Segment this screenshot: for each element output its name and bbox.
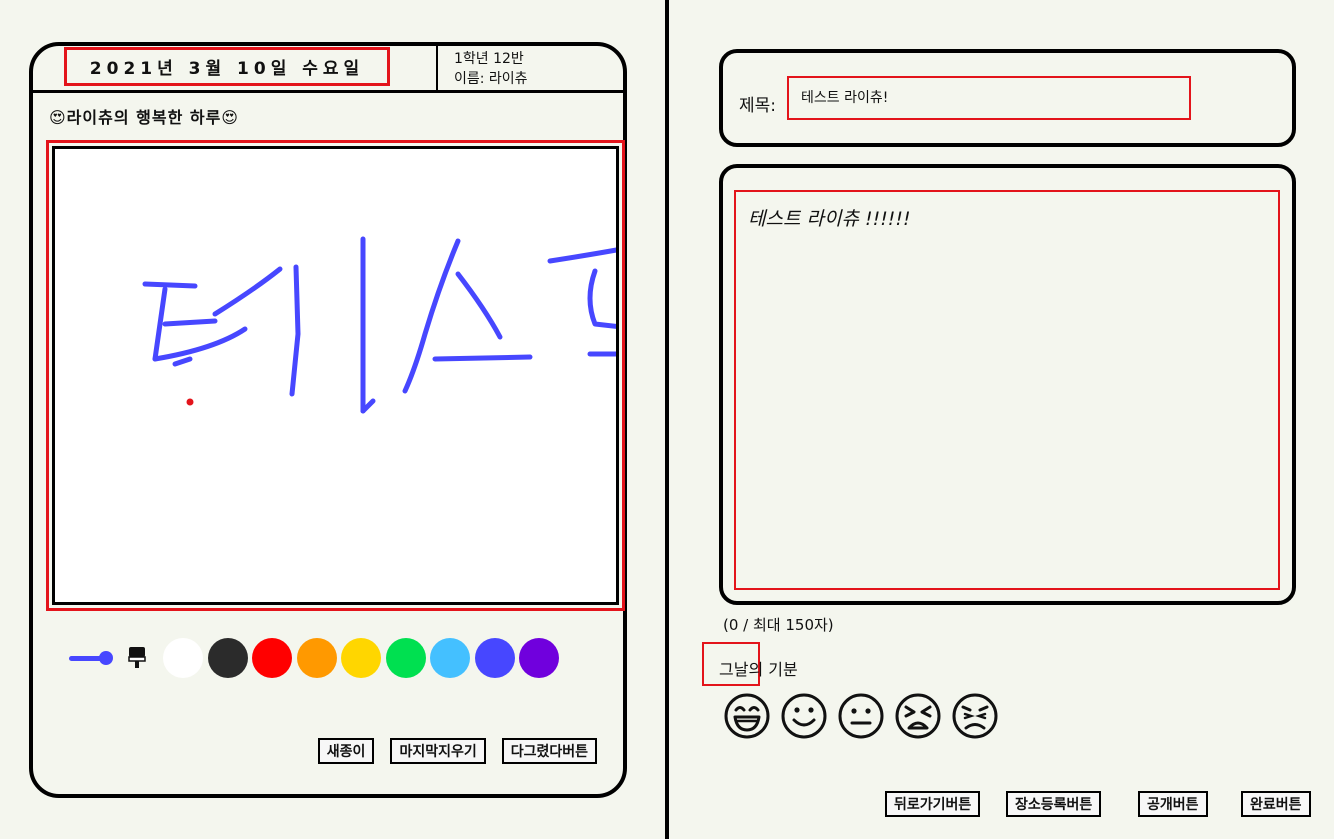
color-green[interactable] (385, 638, 426, 678)
color-black[interactable] (207, 638, 248, 678)
done-drawing-button[interactable]: 다그렸다버튼 (501, 738, 597, 764)
content-textarea[interactable]: 테스트 라이츄 !!!!!! (734, 190, 1280, 590)
color-blue[interactable] (474, 638, 515, 678)
color-palette (69, 637, 564, 679)
name-label: 이름: 라이츄 (454, 71, 528, 87)
title-card: 제목: 테스트 라이츄! (719, 49, 1296, 147)
complete-button[interactable]: 완료버튼 (1241, 791, 1311, 817)
color-sky-blue[interactable] (430, 638, 470, 678)
neutral-face-icon[interactable] (837, 692, 885, 740)
header-vertical-divider (436, 46, 438, 92)
undo-last-button[interactable]: 마지막지우기 (390, 738, 486, 764)
public-button[interactable]: 공개버튼 (1138, 791, 1208, 817)
color-orange[interactable] (296, 638, 337, 678)
smiling-face-icon[interactable] (780, 692, 828, 740)
pen-width-slider[interactable] (69, 651, 113, 665)
new-paper-button[interactable]: 새종이 (317, 738, 375, 764)
diary-title: 😍라이츄의 행복한 하루😍 (49, 108, 239, 127)
pen-width-handle[interactable] (99, 651, 113, 665)
title-label: 제목: (739, 96, 777, 116)
grinning-face-icon[interactable] (723, 692, 771, 740)
color-yellow[interactable] (341, 638, 381, 678)
char-count: (0 / 최대 150자) (723, 616, 834, 634)
drawing-diary-card: 2021년 3월 10일 수요일 1학년 12반 이름: 라이츄 😍라이츄의 행… (29, 42, 627, 798)
drawing-button-group: 새종이 마지막지우기 다그렸다버튼 (317, 738, 597, 764)
color-red[interactable] (252, 638, 292, 678)
class-label: 1학년 12반 (454, 51, 524, 67)
drawing-canvas-frame (46, 140, 625, 611)
register-place-button[interactable]: 장소등록버튼 (1006, 791, 1102, 817)
mood-selector (723, 692, 999, 740)
angry-face-icon[interactable] (894, 692, 942, 740)
header-divider (33, 90, 623, 93)
color-white[interactable] (163, 638, 203, 678)
diary-date: 2021년 3월 10일 수요일 (64, 47, 390, 86)
mood-label: 그날의 기분 (719, 660, 798, 679)
sad-face-icon[interactable] (951, 692, 999, 740)
content-card: 테스트 라이츄 !!!!!! (719, 164, 1296, 605)
brush-icon[interactable] (127, 645, 147, 671)
student-info: 1학년 12반 이름: 라이츄 (454, 49, 528, 89)
panel-divider (665, 0, 669, 839)
drawing-canvas[interactable] (52, 146, 619, 605)
back-button[interactable]: 뒤로가기버튼 (885, 791, 981, 817)
drawing-strokes (142, 236, 616, 414)
title-input[interactable]: 테스트 라이츄! (787, 76, 1191, 120)
color-purple[interactable] (519, 638, 559, 678)
